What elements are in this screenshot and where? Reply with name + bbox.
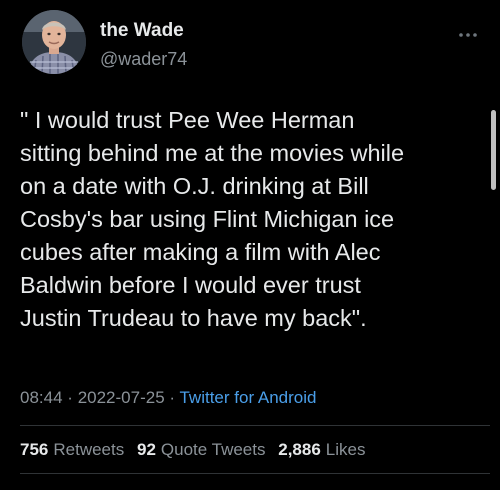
display-name[interactable]: the Wade: [100, 20, 184, 42]
engagement-stats: 756 Retweets 92 Quote Tweets 2,886 Likes: [20, 440, 373, 460]
retweets-label: Retweets: [53, 440, 125, 459]
retweets-stat[interactable]: 756 Retweets: [20, 440, 124, 459]
tweet-time[interactable]: 08:44: [20, 388, 63, 407]
retweets-count: 756: [20, 440, 49, 459]
more-dots-icon[interactable]: [458, 26, 478, 37]
tweet-text: " I would trust Pee Wee Herman sitting b…: [20, 107, 405, 331]
profile-photo-icon: [22, 10, 86, 74]
tweet-source-link[interactable]: Twitter for Android: [179, 388, 316, 407]
scrollbar-thumb[interactable]: [491, 110, 496, 190]
quote-tweets-count: 92: [136, 440, 156, 459]
divider: [20, 473, 490, 474]
quote-tweets-stat[interactable]: 92 Quote Tweets: [137, 440, 266, 459]
meta-separator: ·: [67, 388, 73, 407]
meta-separator: ·: [169, 388, 176, 407]
tweet-metadata: 08:44 · 2022-07-25 · Twitter for Android: [20, 388, 317, 408]
divider: [20, 425, 490, 426]
tweet-date[interactable]: 2022-07-25: [78, 388, 165, 407]
tweet-detail: the Wade @wader74 " I would trust Pee We…: [0, 0, 500, 490]
avatar[interactable]: [22, 10, 86, 74]
quote-tweets-label: Quote Tweets: [160, 440, 266, 459]
user-handle[interactable]: @wader74: [100, 49, 187, 70]
likes-label: Likes: [325, 440, 366, 459]
likes-count: 2,886: [278, 440, 321, 459]
likes-stat[interactable]: 2,886 Likes: [278, 440, 365, 459]
